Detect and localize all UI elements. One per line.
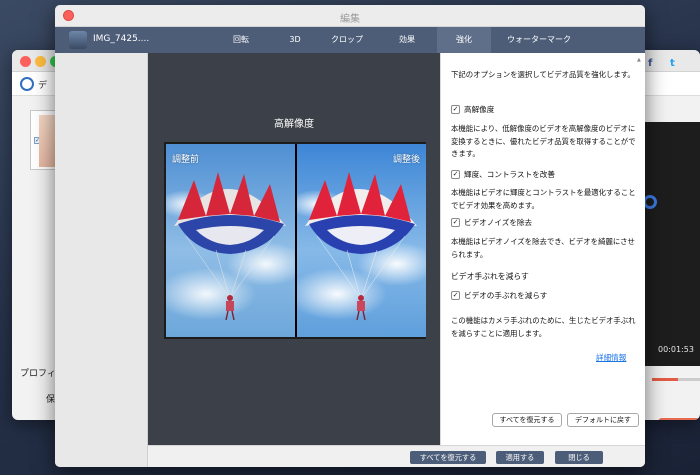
tab-crop[interactable]: クロップ: [321, 27, 373, 53]
options-intro: 下記のオプションを選択してビデオ品質を強化します。: [451, 70, 635, 79]
denoise-option[interactable]: ✓ ビデオノイズを除去: [451, 217, 532, 228]
shake-option[interactable]: ✓ ビデオの手ぶれを減らす: [451, 290, 547, 301]
tab-3d[interactable]: 3D: [277, 27, 313, 53]
file-list-panel: [55, 53, 148, 467]
tab-enhance[interactable]: 強化: [437, 27, 491, 53]
before-label: 調整前: [172, 155, 200, 165]
parachute-image-after: [297, 144, 426, 337]
facebook-icon[interactable]: f: [648, 58, 652, 69]
after-label: 調整後: [392, 155, 420, 165]
dialog-title: 編集: [340, 14, 360, 25]
file-thumbnail-icon: [69, 31, 87, 49]
shake-label: ビデオの手ぶれを減らす: [464, 291, 548, 300]
dialog-titlebar: 編集: [55, 5, 645, 27]
profile-label: プロフィ: [20, 369, 56, 379]
tab-watermark[interactable]: ウォーターマーク: [497, 27, 581, 53]
options-restore-all-button[interactable]: すべてを復元する: [492, 413, 562, 427]
tab-effects[interactable]: 効果: [385, 27, 429, 53]
footer-restore-all-button[interactable]: すべてを復元する: [410, 451, 486, 464]
playback-progress[interactable]: [652, 378, 700, 381]
denoise-description: 本機能はビデオノイズを除去でき、ビデオを綺麗にさせられます。: [451, 237, 635, 259]
details-link[interactable]: 詳細情報: [596, 352, 626, 363]
scroll-up-icon[interactable]: ▲: [637, 57, 641, 63]
before-after-compare: 調整前 調整後: [164, 142, 426, 339]
tab-bar: IMG_7425.... 回転 3D クロップ 効果 強化 ウォーターマーク: [55, 27, 645, 53]
playback-progress-fill: [652, 378, 679, 381]
convert-button[interactable]: [658, 418, 700, 420]
close-dot-icon[interactable]: [20, 56, 31, 67]
before-pane: 調整前: [166, 144, 295, 337]
shake-description: この機能はカメラ手ぶれのために、生じたビデオ手ぶれを減らすことに適用します。: [451, 316, 636, 338]
enhance-options-panel: ▲ 下記のオプションを選択してビデオ品質を強化します。 ✓ 高解像度 本機能によ…: [440, 53, 645, 445]
edit-dialog: 編集 IMG_7425.... 回転 3D クロップ 効果 強化 ウォーターマー…: [55, 5, 645, 467]
dialog-footer: すべてを復元する 適用する 閉じる: [148, 445, 645, 467]
upscale-description: 本機能により、低解像度のビデオを高解像度のビデオに変換するときに、優れたビデオ品…: [451, 124, 636, 158]
preview-title: 高解像度: [274, 119, 314, 130]
app-logo-icon: [20, 77, 34, 91]
denoise-checkbox[interactable]: ✓: [451, 218, 460, 227]
background-toolbar-title: デ: [38, 81, 48, 91]
brightness-option[interactable]: ✓ 輝度、コントラストを改善: [451, 169, 555, 180]
twitter-icon[interactable]: t: [670, 58, 675, 69]
shake-checkbox[interactable]: ✓: [451, 291, 460, 300]
upscale-checkbox[interactable]: ✓: [451, 105, 460, 114]
playback-time: 00:01:53: [658, 345, 694, 354]
file-name: IMG_7425....: [93, 34, 150, 44]
brightness-label: 輝度、コントラストを改善: [464, 170, 555, 179]
shake-heading: ビデオ手ぶれを減らす: [451, 272, 529, 281]
after-pane: 調整後: [297, 144, 426, 337]
tab-rotate[interactable]: 回転: [221, 27, 261, 53]
loading-ring-icon: [643, 195, 657, 209]
minimize-dot-icon[interactable]: [35, 56, 46, 67]
reset-default-button[interactable]: デフォルトに戻す: [567, 413, 639, 427]
brightness-checkbox[interactable]: ✓: [451, 170, 460, 179]
close-button[interactable]: 閉じる: [555, 451, 603, 464]
background-player: [642, 122, 700, 366]
denoise-label: ビデオノイズを除去: [464, 218, 533, 227]
upscale-option[interactable]: ✓ 高解像度: [451, 104, 494, 115]
brightness-description: 本機能はビデオに輝度とコントラストを最適化することでビデオ効果を高めます。: [451, 188, 636, 210]
preview-area: 高解像度 調整前 調整後: [148, 53, 440, 445]
upscale-label: 高解像度: [464, 105, 495, 114]
apply-button[interactable]: 適用する: [496, 451, 544, 464]
parachute-image-before: [166, 144, 295, 337]
save-label: 保: [46, 395, 56, 405]
